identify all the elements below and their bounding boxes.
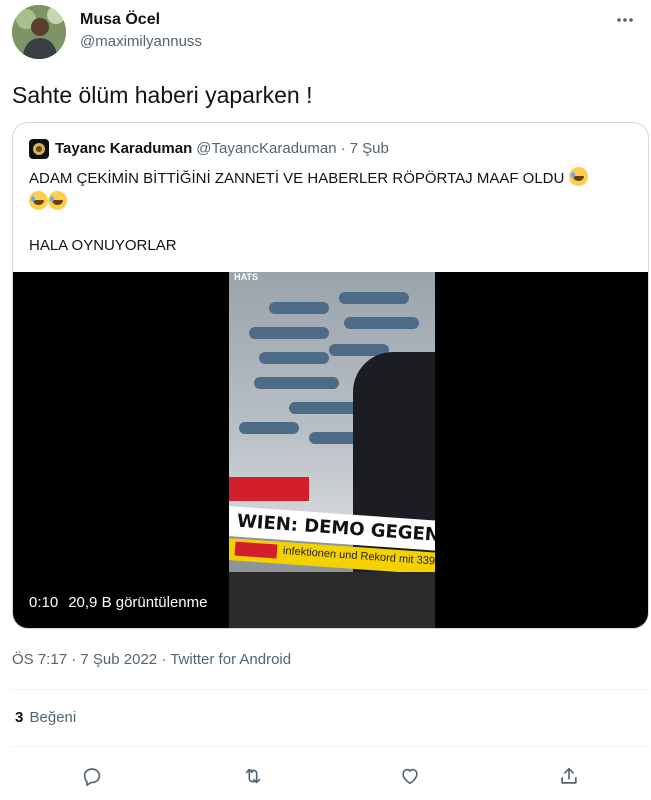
author-avatar[interactable] bbox=[12, 5, 66, 59]
reporter-name-tag bbox=[229, 477, 309, 501]
more-icon[interactable] bbox=[613, 8, 637, 32]
video-logo: HATS bbox=[234, 272, 258, 282]
tweet-source[interactable]: Twitter for Android bbox=[170, 651, 291, 668]
like-icon[interactable] bbox=[396, 762, 424, 790]
rofl-emoji-icon bbox=[48, 191, 67, 210]
reply-icon[interactable] bbox=[78, 762, 106, 790]
quoted-tweet-text: ADAM ÇEKİMİN BİTTİĞİNİ ZANNETİ VE HABERL… bbox=[29, 167, 634, 256]
author-name[interactable]: Musa Öcel bbox=[80, 10, 202, 30]
tweet-timestamp: ÖS 7:17 · 7 Şub 2022 · Twitter for Andro… bbox=[12, 650, 291, 670]
ticker-label bbox=[234, 541, 278, 559]
quoted-separator: · bbox=[340, 140, 346, 157]
author-info: Musa Öcel @maximilyannuss bbox=[80, 10, 202, 52]
tweet-text: Sahte ölüm haberi yaparken ! bbox=[12, 82, 313, 108]
video-player[interactable]: HATS WIEN: DEMO GEGEN KLIMA infektionen … bbox=[13, 272, 648, 628]
video-duration: 0:10 bbox=[29, 594, 59, 611]
quoted-author-name: Tayanc Karaduman bbox=[55, 140, 193, 157]
author-handle[interactable]: @maximilyannuss bbox=[80, 32, 202, 52]
likes-count: 3 bbox=[15, 709, 24, 726]
quoted-text-second: HALA OYNUYORLAR bbox=[29, 237, 177, 254]
quoted-author-handle: @TayancKaraduman bbox=[196, 140, 337, 157]
quoted-tweet[interactable]: Tayanc Karaduman @TayancKaraduman · 7 Şu… bbox=[12, 122, 649, 629]
timestamp-separator: · bbox=[71, 651, 77, 668]
quoted-emoji-line bbox=[29, 191, 634, 213]
rofl-emoji-icon bbox=[568, 167, 588, 186]
quoted-date: 7 Şub bbox=[349, 140, 389, 157]
timestamp-separator: · bbox=[161, 651, 167, 668]
video-frame: HATS WIEN: DEMO GEGEN KLIMA infektionen … bbox=[229, 272, 435, 628]
divider bbox=[12, 689, 649, 690]
quoted-tweet-header: Tayanc Karaduman @TayancKaraduman · 7 Şu… bbox=[29, 139, 389, 159]
share-icon[interactable] bbox=[555, 762, 583, 790]
quoted-text-main: ADAM ÇEKİMİN BİTTİĞİNİ ZANNETİ VE HABERL… bbox=[29, 170, 565, 187]
rofl-emoji-icon bbox=[29, 191, 48, 210]
likes-label: Beğeni bbox=[29, 709, 77, 726]
action-bar bbox=[0, 760, 651, 792]
divider bbox=[12, 746, 649, 747]
video-meta: 0:10 20,9 B görüntülenme bbox=[29, 594, 207, 611]
quoted-text-line: ADAM ÇEKİMİN BİTTİĞİNİ ZANNETİ VE HABERL… bbox=[29, 167, 634, 189]
tweet-time[interactable]: ÖS 7:17 bbox=[12, 651, 67, 668]
tweet-date[interactable]: 7 Şub 2022 bbox=[80, 651, 157, 668]
video-views: 20,9 B görüntülenme bbox=[68, 594, 208, 611]
retweet-icon[interactable] bbox=[239, 762, 267, 790]
likes-summary[interactable]: 3 Beğeni bbox=[15, 708, 76, 728]
video-frame-bottom bbox=[229, 572, 435, 628]
quoted-avatar bbox=[29, 139, 49, 159]
